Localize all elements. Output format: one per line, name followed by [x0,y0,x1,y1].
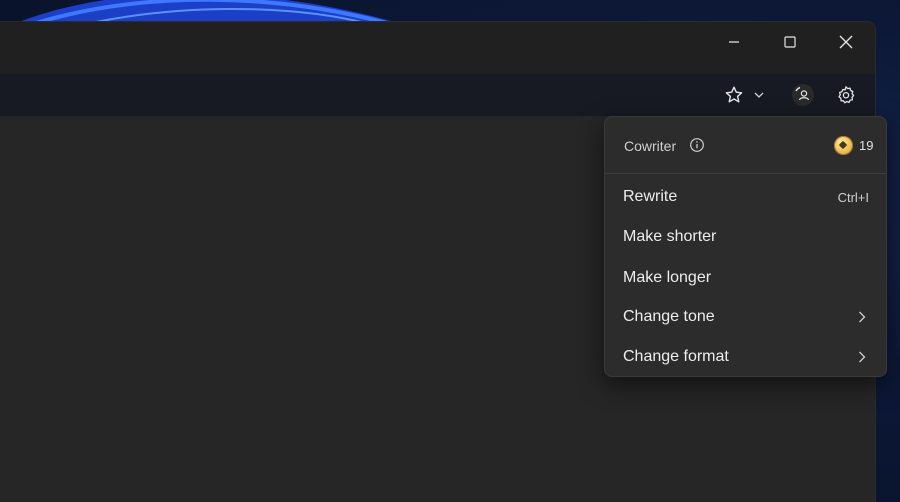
menu-item-make-longer[interactable]: Make longer [605,258,886,298]
menu-item-make-shorter[interactable]: Make shorter [605,217,886,257]
maximize-button[interactable] [762,22,818,62]
title-bar [0,22,875,74]
menu-item-label: Make shorter [623,228,717,245]
close-icon [839,35,853,49]
coin-icon [834,136,853,155]
menu-item-label: Change format [623,348,729,365]
profile-icon [792,84,814,106]
menu-item-change-format[interactable]: Change format [605,337,886,377]
settings-button[interactable] [834,83,858,107]
gear-icon [838,86,855,104]
chevron-right-icon [859,351,866,363]
chevron-down-icon [754,92,764,98]
menu-title: Cowriter [624,138,677,154]
chevron-right-icon [859,311,866,323]
close-button[interactable] [818,22,874,62]
profile-button[interactable] [790,83,816,107]
star-icon [725,86,743,103]
menu-divider [605,173,886,174]
shortcut-label: Ctrl+I [837,190,869,205]
menu-item-change-tone[interactable]: Change tone [605,297,886,337]
menu-item-label: Make longer [623,269,712,286]
favorites-dropdown-button[interactable] [750,83,768,107]
minimize-icon [729,41,739,43]
maximize-icon [784,36,796,48]
browser-toolbar [0,74,875,116]
favorites-button[interactable] [722,83,746,107]
menu-header: Cowriter 19 [605,117,886,173]
menu-item-rewrite[interactable]: Rewrite Ctrl+I [605,177,886,217]
menu-item-label: Rewrite [623,188,678,205]
minimize-button[interactable] [706,22,762,62]
info-icon[interactable] [689,137,705,153]
desktop: Cowriter 19 Rewrite Ctrl+I Make shorter … [0,0,900,502]
cowriter-menu: Cowriter 19 Rewrite Ctrl+I Make shorter … [604,116,887,377]
credit-count: 19 [859,138,874,153]
menu-item-label: Change tone [623,308,715,325]
